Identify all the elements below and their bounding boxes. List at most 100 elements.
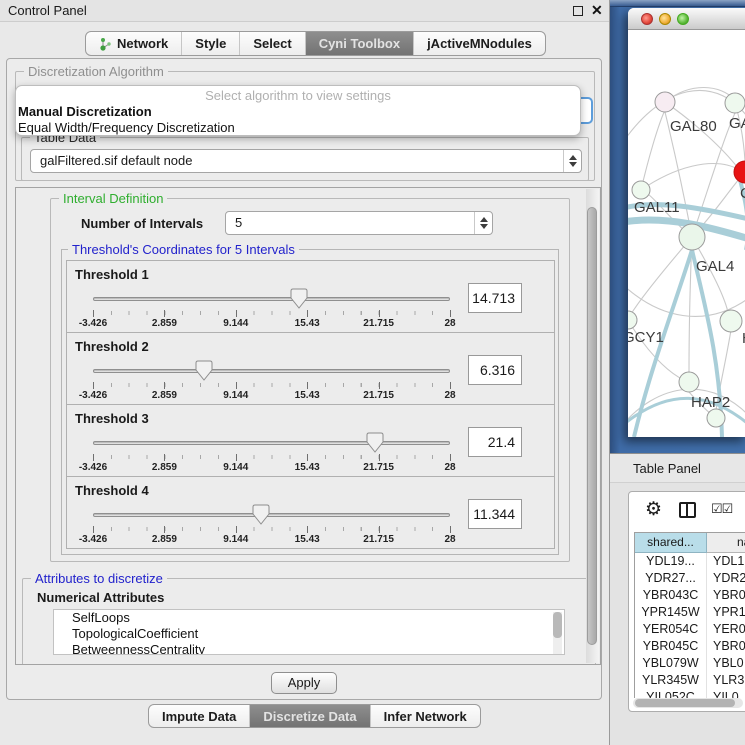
tab-select[interactable]: Select xyxy=(240,32,305,55)
table-horizontal-scrollbar[interactable] xyxy=(633,698,743,708)
table-row[interactable]: YER054CYER0 xyxy=(635,621,745,638)
number-of-intervals-combobox[interactable]: 5 xyxy=(225,211,493,235)
table-data-group: Table Data galFiltered.sif default node xyxy=(21,137,589,181)
threshold-value-field[interactable]: 6.316 xyxy=(468,355,522,385)
combobox-stepper-icon xyxy=(563,150,581,172)
tick-label: 28 xyxy=(444,390,455,401)
table-row[interactable]: YDR27...YDR2 xyxy=(635,570,745,587)
table-cell[interactable]: YBL0 xyxy=(707,655,745,672)
slider-track[interactable] xyxy=(93,369,450,373)
column-split-icon[interactable] xyxy=(679,502,696,518)
tab-infer-network[interactable]: Infer Network xyxy=(371,705,480,727)
scrollbar-thumb[interactable] xyxy=(587,207,597,645)
table-cell[interactable]: YBR043C xyxy=(635,587,707,604)
table-data-combobox[interactable]: galFiltered.sif default node xyxy=(30,149,582,173)
close-icon[interactable]: ✕ xyxy=(591,2,603,19)
slider-track[interactable] xyxy=(93,513,450,517)
slider-track[interactable] xyxy=(93,441,450,445)
node-label: GAL80 xyxy=(670,118,717,135)
scrollbar-thumb[interactable] xyxy=(635,699,735,707)
slider-thumb-icon[interactable] xyxy=(252,504,270,525)
table-cell[interactable]: YDL19... xyxy=(635,553,707,570)
tab-jactivemnodules[interactable]: jActiveMNodules xyxy=(414,32,545,55)
node-label: HAP2 xyxy=(691,394,730,411)
slider-ticks xyxy=(93,455,450,459)
threshold-value-field[interactable]: 21.4 xyxy=(468,427,522,457)
table-cell[interactable]: YBL079W xyxy=(635,655,707,672)
dropdown-option-equal-width[interactable]: Equal Width/Frequency Discretization xyxy=(16,120,580,136)
table-row[interactable]: YIL052CYIL0 xyxy=(635,689,745,698)
table-cell[interactable]: YER054C xyxy=(635,621,707,638)
node-gal11[interactable] xyxy=(632,181,650,199)
zoom-traffic-light-icon[interactable] xyxy=(677,13,689,25)
threshold-slider[interactable]: -3.4262.8599.14415.4321.71528 xyxy=(93,359,450,405)
slider-thumb-icon[interactable] xyxy=(195,360,213,381)
table-row[interactable]: YPR145WYPR1 xyxy=(635,604,745,621)
table-cell[interactable]: YPR145W xyxy=(635,604,707,621)
close-traffic-light-icon[interactable] xyxy=(641,13,653,25)
top-tab-bar: Network Style Select Cyni Toolbox jActiv… xyxy=(85,31,546,56)
threshold-slider[interactable]: -3.4262.8599.14415.4321.71528 xyxy=(93,431,450,477)
list-item[interactable]: BetweennessCentrality xyxy=(54,642,564,655)
network-canvas[interactable]: GAL80 GA GAL11 C GAL4 GCY1 H HAP2 xyxy=(628,30,745,437)
list-item[interactable]: TopologicalCoefficient xyxy=(54,626,564,642)
node-bottom[interactable] xyxy=(707,409,725,427)
table-cell[interactable]: YDL1 xyxy=(707,553,745,570)
node-top-right[interactable] xyxy=(725,93,745,113)
dropdown-option-manual[interactable]: Manual Discretization xyxy=(16,104,580,120)
float-icon[interactable] xyxy=(573,6,583,16)
table-cell[interactable]: YPR1 xyxy=(707,604,745,621)
table-cell[interactable]: YER0 xyxy=(707,621,745,638)
threshold-value-field[interactable]: 11.344 xyxy=(468,499,522,529)
numerical-attributes-list[interactable]: SelfLoopsTopologicalCoefficientBetweenne… xyxy=(53,609,565,655)
control-panel: Control Panel ✕ Network Style Select Cyn… xyxy=(0,0,610,745)
threshold-slider[interactable]: -3.4262.8599.14415.4321.71528 xyxy=(93,503,450,549)
threshold-slider[interactable]: -3.4262.8599.14415.4321.71528 xyxy=(93,287,450,333)
tab-discretize-data[interactable]: Discretize Data xyxy=(250,705,370,727)
slider-thumb-icon[interactable] xyxy=(290,288,308,309)
list-item[interactable]: SelfLoops xyxy=(54,610,564,626)
column-header-shared-name[interactable]: shared... xyxy=(635,533,707,553)
node-h[interactable] xyxy=(720,310,742,332)
table-cell[interactable]: YBR0 xyxy=(707,638,745,655)
apply-button[interactable]: Apply xyxy=(271,672,337,694)
table-row[interactable]: YLR345WYLR3 xyxy=(635,672,745,689)
slider-thumb-icon[interactable] xyxy=(366,432,384,453)
slider-track[interactable] xyxy=(93,297,450,301)
node-gal4[interactable] xyxy=(679,224,705,250)
table-cell[interactable]: YLR345W xyxy=(635,672,707,689)
tab-style[interactable]: Style xyxy=(182,32,240,55)
major-tick xyxy=(164,382,165,389)
gear-icon[interactable]: ⚙ xyxy=(645,498,662,521)
settings-scrollbar[interactable] xyxy=(586,189,599,663)
table-cell[interactable]: YIL0 xyxy=(707,689,745,698)
table-row[interactable]: YBL079WYBL0 xyxy=(635,655,745,672)
minimize-traffic-light-icon[interactable] xyxy=(659,13,671,25)
node-gcy1[interactable] xyxy=(628,311,637,329)
table-cell[interactable]: YLR3 xyxy=(707,672,745,689)
tab-cyni-toolbox[interactable]: Cyni Toolbox xyxy=(306,32,414,55)
network-view-window[interactable]: GAL80 GA GAL11 C GAL4 GCY1 H HAP2 xyxy=(628,8,745,437)
node-gal80[interactable] xyxy=(655,92,675,112)
table-row[interactable]: YBR045CYBR0 xyxy=(635,638,745,655)
table-cell[interactable]: YBR045C xyxy=(635,638,707,655)
column-header-name[interactable]: na xyxy=(707,533,745,553)
tab-impute-data[interactable]: Impute Data xyxy=(149,705,250,727)
tick-label: 21.715 xyxy=(363,318,394,329)
table-cell[interactable]: YIL052C xyxy=(635,689,707,698)
thresholds-group: Threshold's Coordinates for 5 Intervals … xyxy=(61,249,559,555)
network-window-titlebar[interactable] xyxy=(628,8,745,30)
tab-network[interactable]: Network xyxy=(86,32,182,55)
table-cell[interactable]: YDR2 xyxy=(707,570,745,587)
table-cell[interactable]: YBR0 xyxy=(707,587,745,604)
table-row[interactable]: YDL19...YDL1 xyxy=(635,553,745,570)
table-row[interactable]: YBR043CYBR0 xyxy=(635,587,745,604)
threshold-value-field[interactable]: 14.713 xyxy=(468,283,522,313)
node-hap2[interactable] xyxy=(679,372,699,392)
table-cell[interactable]: YDR27... xyxy=(635,570,707,587)
tick-label: 21.715 xyxy=(363,390,394,401)
cyni-toolbox-content: Discretization Algorithm Select algorith… xyxy=(6,58,602,700)
select-columns-icon[interactable]: ☑☑ xyxy=(711,501,732,517)
node-attribute-table[interactable]: shared... na YDL19...YDL1YDR27...YDR2YBR… xyxy=(634,532,745,698)
list-scrollbar[interactable] xyxy=(553,612,562,654)
